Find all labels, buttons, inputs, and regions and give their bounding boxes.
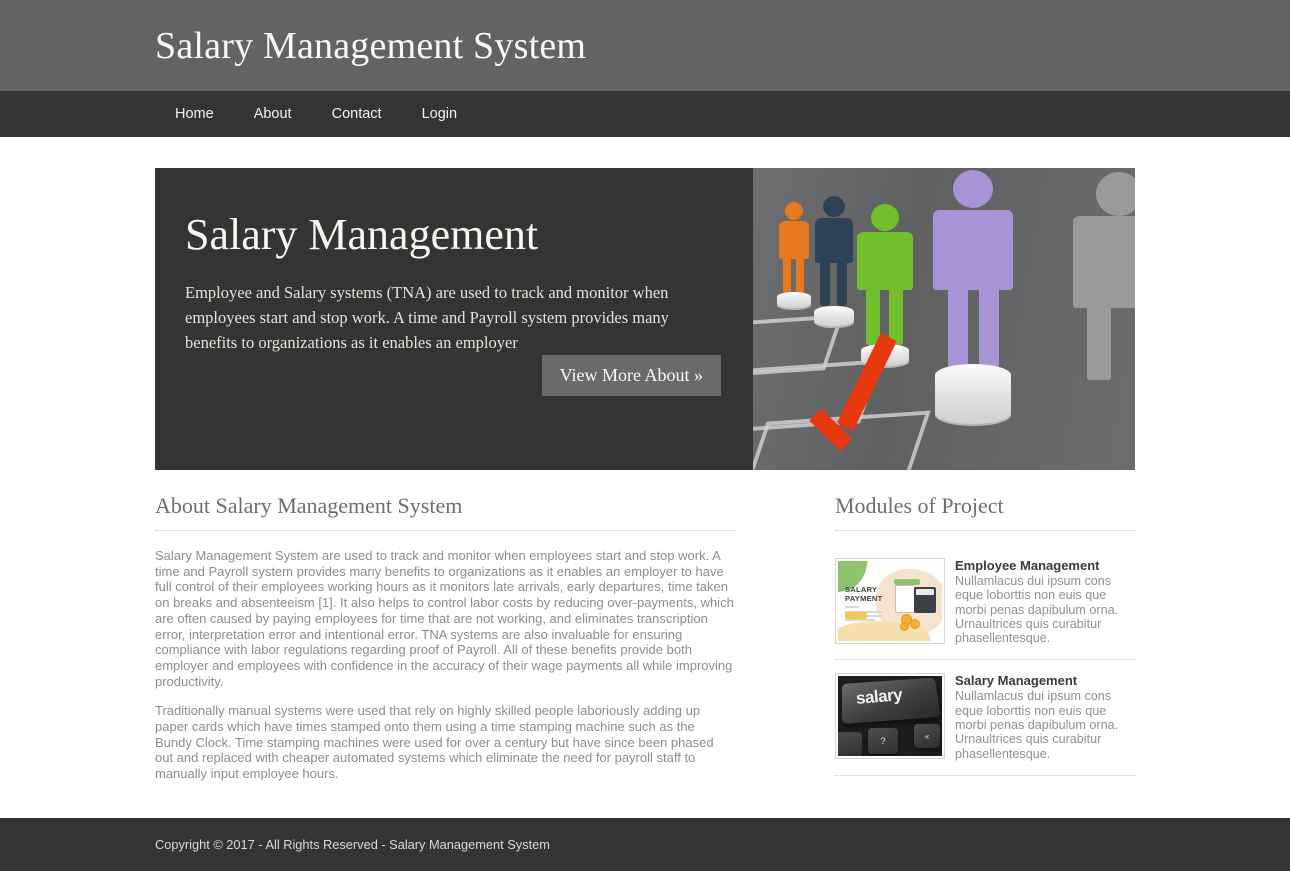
- module-text: Employee Management Nullamlacus dui ipsu…: [955, 558, 1135, 645]
- nav-item-contact[interactable]: Contact: [312, 91, 402, 137]
- main-content: About Salary Management System Salary Ma…: [155, 470, 1135, 796]
- thumb-text-line2: PAYMENT: [845, 594, 883, 603]
- thumb-text-line1: SALARY: [845, 585, 878, 594]
- keyboard-key-question: ?: [868, 728, 898, 755]
- main-navigation: Home About Contact Login: [0, 91, 1290, 137]
- coin-stack-icon: [777, 292, 811, 310]
- hero-description: Employee and Salary systems (TNA) are us…: [185, 283, 669, 353]
- about-section: About Salary Management System Salary Ma…: [155, 493, 755, 796]
- about-heading: About Salary Management System: [155, 493, 735, 531]
- about-paragraph: Salary Management System are used to tra…: [155, 548, 734, 689]
- person-figure-icon: [813, 196, 855, 312]
- person-figure-icon: [933, 170, 1013, 370]
- hero-text-panel: Salary Management Employee and Salary sy…: [155, 168, 753, 470]
- about-paragraph: Traditionally manual systems were used t…: [155, 703, 714, 782]
- person-figure-icon: [1071, 168, 1135, 380]
- hero-title: Salary Management: [185, 210, 539, 259]
- hero-banner: Salary Management Employee and Salary sy…: [155, 168, 1135, 470]
- page-title: Salary Management System: [155, 24, 587, 67]
- site-footer: Copyright © 2017 - All Rights Reserved -…: [0, 818, 1290, 871]
- nav-item-home[interactable]: Home: [155, 91, 234, 137]
- coin-stack-icon: [935, 364, 1011, 426]
- salary-keyboard-key-icon: salary ? «: [838, 676, 942, 757]
- nav-item-login[interactable]: Login: [402, 91, 477, 137]
- keyboard-key-chevron: «: [914, 724, 940, 749]
- module-thumbnail[interactable]: salary ? «: [835, 673, 945, 760]
- person-figure-icon: [777, 202, 811, 300]
- module-thumbnail[interactable]: SALARY PAYMENT: [835, 558, 945, 644]
- module-item[interactable]: salary ? « Salary Management Nullamlacus…: [835, 660, 1135, 776]
- module-text: Salary Management Nullamlacus dui ipsum …: [955, 673, 1135, 760]
- modules-section: Modules of Project SALARY PAYMENT Employ…: [755, 493, 1135, 796]
- module-description: Nullamlacus dui ipsum cons eque lobortti…: [955, 574, 1119, 646]
- module-title: Salary Management: [955, 673, 1078, 689]
- module-item[interactable]: SALARY PAYMENT Employee Management Nulla…: [835, 543, 1135, 661]
- coin-stack-icon: [814, 306, 854, 328]
- copyright-text: Copyright © 2017 - All Rights Reserved -…: [155, 837, 550, 852]
- module-description: Nullamlacus dui ipsum cons eque lobortti…: [955, 689, 1119, 761]
- modules-heading: Modules of Project: [835, 493, 1135, 531]
- keyboard-key-blank: [838, 732, 862, 757]
- page-root: Salary Management System Home About Cont…: [0, 0, 1290, 871]
- person-figure-icon: [855, 204, 915, 348]
- site-header: Salary Management System: [0, 0, 1290, 91]
- nav-item-about[interactable]: About: [234, 91, 312, 137]
- salary-payment-illustration-icon: SALARY PAYMENT: [838, 561, 942, 641]
- hero-illustration: [753, 168, 1135, 470]
- module-title: Employee Management: [955, 558, 1100, 573]
- view-more-about-button[interactable]: View More About »: [541, 355, 721, 397]
- page-container: Salary Management Employee and Salary sy…: [155, 137, 1135, 796]
